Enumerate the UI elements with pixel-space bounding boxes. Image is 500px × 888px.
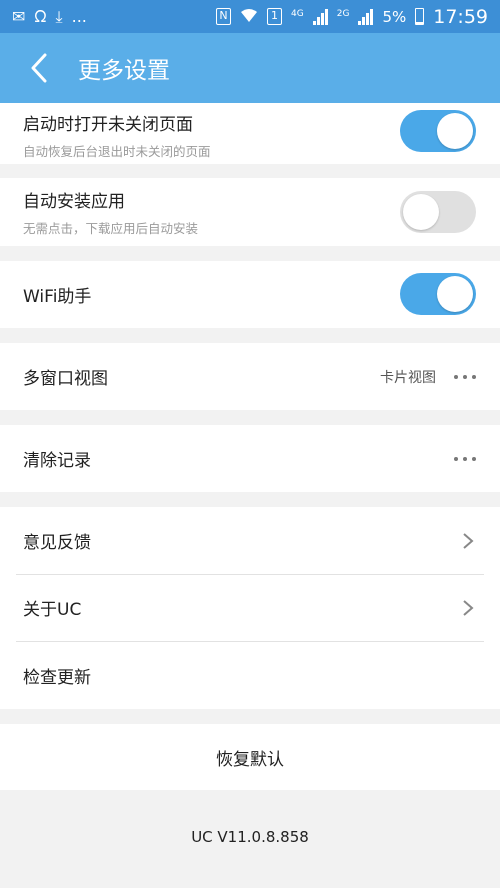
more-notifications-indicator: ... [71, 6, 87, 26]
about-section: 意见反馈 关于UC 检查更新 [0, 507, 500, 709]
wifi-helper-title: WiFi助手 [23, 287, 92, 307]
battery-percent: 5% [382, 7, 407, 26]
check-update-title: 检查更新 [23, 667, 91, 688]
signal-2g-icon [358, 8, 374, 25]
status-left-icons: ✉ ᘯ ⤓ ... [12, 6, 87, 26]
wifi-icon [240, 8, 258, 26]
status-bar: ✉ ᘯ ⤓ ... N 1 4G 2G 5% 17:59 [0, 0, 500, 33]
app-header: 更多设置 [0, 33, 500, 103]
setting-wifi-helper: WiFi助手 [0, 261, 500, 328]
more-options-icon[interactable] [454, 453, 476, 465]
restore-tabs-toggle[interactable] [400, 110, 476, 152]
check-update-item[interactable]: 检查更新 [0, 641, 500, 709]
toggle-knob [437, 276, 473, 312]
auto-install-toggle[interactable] [400, 191, 476, 233]
multi-window-value: 卡片视图 [380, 369, 436, 386]
more-options-icon[interactable] [454, 371, 476, 383]
network-2g-label: 2G [336, 8, 350, 19]
battery-icon [415, 8, 425, 25]
feedback-item[interactable]: 意见反馈 [0, 507, 500, 574]
restore-default-button[interactable]: 恢复默认 [0, 724, 500, 790]
restore-default-label: 恢复默认 [216, 749, 284, 770]
page-title: 更多设置 [78, 58, 170, 84]
network-4g-label: 4G [291, 8, 304, 19]
signal-4g-icon [312, 8, 328, 25]
about-item[interactable]: 关于UC [0, 574, 500, 641]
setting-clear-records[interactable]: 清除记录 [0, 425, 500, 492]
wifi-helper-toggle[interactable] [400, 273, 476, 315]
version-label: UC V11.0.8.858 [191, 828, 309, 846]
download-icon: ⤓ [55, 6, 63, 26]
auto-install-title: 自动安装应用 [23, 192, 125, 212]
toggle-knob [403, 194, 439, 230]
back-arrow-icon [31, 53, 47, 83]
auto-install-subtitle: 无需点击，下载应用后自动安装 [23, 221, 199, 236]
toggle-knob [437, 113, 473, 149]
clock: 17:59 [433, 5, 488, 28]
nfc-icon: N [216, 8, 232, 25]
restore-tabs-subtitle: 自动恢复后台退出时未关闭的页面 [23, 144, 211, 159]
back-button[interactable] [0, 33, 78, 103]
notification-icon: ✉ [12, 6, 26, 26]
setting-auto-install: 自动安装应用 无需点击，下载应用后自动安装 [0, 178, 500, 246]
uc-icon: ᘯ [34, 6, 47, 26]
setting-restore-tabs: 启动时打开未关闭页面 自动恢复后台退出时未关闭的页面 [0, 103, 500, 164]
restore-default-section: 恢复默认 [0, 724, 500, 790]
sim-icon: 1 [267, 8, 283, 25]
multi-window-title: 多窗口视图 [23, 369, 108, 389]
chevron-right-icon [463, 532, 474, 549]
about-title: 关于UC [23, 600, 82, 620]
restore-tabs-title: 启动时打开未关闭页面 [23, 115, 193, 135]
feedback-title: 意见反馈 [23, 533, 91, 553]
chevron-right-icon [463, 599, 474, 616]
status-right-icons: N 1 4G 2G 5% 17:59 [216, 6, 488, 28]
setting-multi-window[interactable]: 多窗口视图 卡片视图 [0, 343, 500, 410]
clear-records-title: 清除记录 [23, 451, 91, 471]
